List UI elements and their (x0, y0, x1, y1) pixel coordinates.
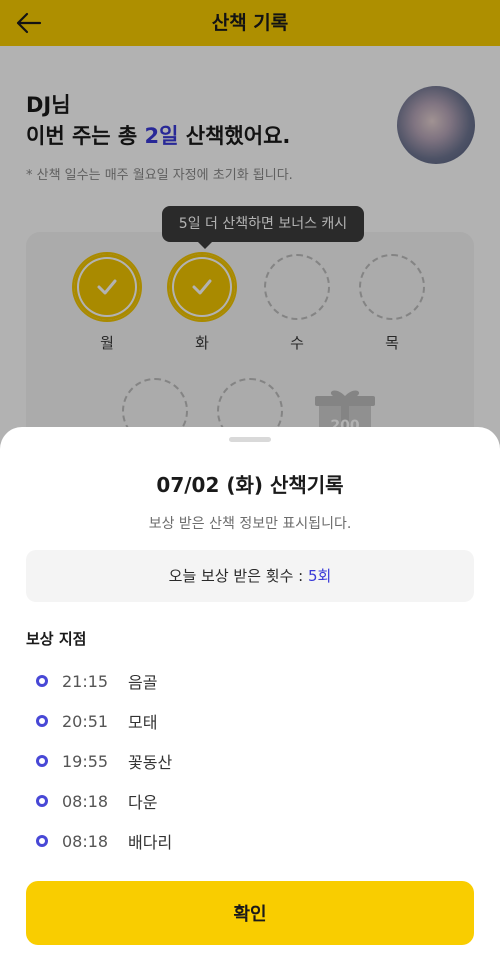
bullet-dot-icon (36, 715, 48, 727)
sheet-subtitle: 보상 받은 산책 정보만 표시됩니다. (148, 516, 352, 532)
list-item: 08:18 다운 (26, 781, 474, 821)
point-place: 꽃동산 (128, 753, 173, 772)
reward-points-list: 21:15 음골 20:51 모태 19:55 꽃동산 08:18 다운 08:… (26, 661, 474, 861)
point-time: 21:15 (62, 671, 109, 691)
bullet-dot-icon (36, 675, 48, 687)
bullet-dot-icon (36, 835, 48, 847)
walk-record-sheet: 07/02 (화) 산책기록 보상 받은 산책 정보만 표시됩니다. 오늘 보상… (0, 427, 500, 958)
point-place: 모태 (128, 713, 158, 732)
reward-count-value: 5회 (307, 567, 332, 585)
list-item: 21:15 음골 (26, 661, 474, 701)
sheet-title: 07/02 (화) 산책기록 (156, 473, 344, 497)
sheet-grabber[interactable] (229, 437, 271, 442)
point-time: 08:18 (62, 791, 109, 811)
point-place: 다운 (128, 793, 158, 812)
point-time: 20:51 (62, 711, 109, 731)
point-time: 19:55 (62, 751, 109, 771)
reward-points-title: 보상 지점 (26, 630, 87, 648)
list-item: 08:18 배다리 (26, 821, 474, 861)
point-place: 음골 (128, 673, 158, 692)
reward-count-box: 오늘 보상 받은 횟수 : 5회 (26, 550, 474, 602)
bullet-dot-icon (36, 795, 48, 807)
reward-count-label: 오늘 보상 받은 횟수 : (168, 567, 308, 585)
list-item: 19:55 꽃동산 (26, 741, 474, 781)
confirm-button[interactable]: 확인 (26, 881, 474, 945)
bullet-dot-icon (36, 755, 48, 767)
list-item: 20:51 모태 (26, 701, 474, 741)
point-place: 배다리 (128, 833, 173, 852)
point-time: 08:18 (62, 831, 109, 851)
